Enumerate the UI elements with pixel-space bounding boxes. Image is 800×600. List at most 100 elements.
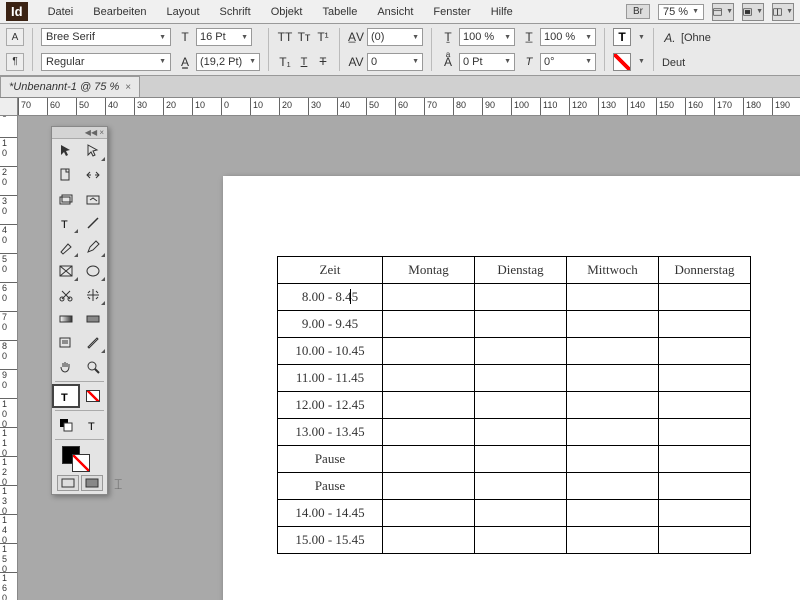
day-cell[interactable] [567,284,659,311]
content-placer-tool[interactable] [80,187,108,211]
menu-ansicht[interactable]: Ansicht [369,3,421,21]
day-cell[interactable] [567,338,659,365]
canvas[interactable]: Zeit Montag Dienstag Mittwoch Donnerstag… [18,116,800,600]
leading-input[interactable]: (19,2 Pt)▼ [196,53,260,71]
format-container-button[interactable] [80,384,108,408]
day-cell[interactable] [567,446,659,473]
menu-bearbeiten[interactable]: Bearbeiten [85,3,154,21]
table-row[interactable]: 14.00 - 14.45 [278,500,751,527]
col-donnerstag[interactable]: Donnerstag [659,257,751,284]
char-mode-button[interactable]: A [6,28,24,46]
menu-tabelle[interactable]: Tabelle [314,3,365,21]
day-cell[interactable] [383,338,475,365]
zeit-cell[interactable]: 14.00 - 14.45 [278,500,383,527]
menu-schrift[interactable]: Schrift [212,3,259,21]
default-fill-stroke[interactable] [52,413,80,437]
day-cell[interactable] [659,500,751,527]
zeit-cell[interactable]: 11.00 - 11.45 [278,365,383,392]
menu-objekt[interactable]: Objekt [263,3,311,21]
day-cell[interactable] [383,311,475,338]
baseline-input[interactable]: 0 Pt▼ [459,53,515,71]
day-cell[interactable] [383,392,475,419]
day-cell[interactable] [383,527,475,554]
menu-layout[interactable]: Layout [158,3,207,21]
scissors-tool[interactable] [52,283,80,307]
day-cell[interactable] [383,365,475,392]
day-cell[interactable] [383,446,475,473]
day-cell[interactable] [475,527,567,554]
day-cell[interactable] [475,500,567,527]
table-row[interactable]: 11.00 - 11.45 [278,365,751,392]
day-cell[interactable] [659,284,751,311]
day-cell[interactable] [567,365,659,392]
menu-fenster[interactable]: Fenster [425,3,478,21]
rectangle-tool[interactable] [80,259,108,283]
table-row[interactable]: 15.00 - 15.45 [278,527,751,554]
stroke-color-button[interactable] [613,53,631,71]
rectangle-frame-tool[interactable] [52,259,80,283]
zeit-cell[interactable]: 10.00 - 10.45 [278,338,383,365]
day-cell[interactable] [567,473,659,500]
gradient-swatch-tool[interactable] [52,307,80,331]
tools-panel[interactable]: ◀◀ × T [51,126,108,495]
day-cell[interactable] [567,419,659,446]
col-montag[interactable]: Montag [383,257,475,284]
strikethrough-button[interactable]: T [315,54,331,70]
zeit-cell[interactable]: 8.00 - 8.45 [278,284,383,311]
gap-tool[interactable] [80,163,108,187]
day-cell[interactable] [567,527,659,554]
selection-tool[interactable] [52,139,80,163]
type-tool[interactable]: T [52,211,80,235]
page-tool[interactable] [52,163,80,187]
subscript-button[interactable]: T₁ [277,54,293,70]
zeit-cell[interactable]: 9.00 - 9.45 [278,311,383,338]
direct-selection-tool[interactable] [80,139,108,163]
day-cell[interactable] [383,500,475,527]
col-dienstag[interactable]: Dienstag [475,257,567,284]
col-mittwoch[interactable]: Mittwoch [567,257,659,284]
content-collector-tool[interactable] [52,187,80,211]
fill-stroke-swatches[interactable] [52,442,107,472]
screen-mode-button[interactable]: ▼ [742,3,764,21]
day-cell[interactable] [567,500,659,527]
kerning-input[interactable]: (0)▼ [367,28,423,46]
day-cell[interactable] [475,446,567,473]
day-cell[interactable] [567,392,659,419]
day-cell[interactable] [475,473,567,500]
format-frame-button[interactable]: T [80,413,108,437]
day-cell[interactable] [475,392,567,419]
zeit-cell[interactable]: 12.00 - 12.45 [278,392,383,419]
day-cell[interactable] [659,365,751,392]
font-size-input[interactable]: 16 Pt▼ [196,28,252,46]
underline-button[interactable]: T [296,54,312,70]
stroke-swatch[interactable] [72,454,90,472]
day-cell[interactable] [659,338,751,365]
schedule-table[interactable]: Zeit Montag Dienstag Mittwoch Donnerstag… [277,256,751,554]
document-page[interactable]: Zeit Montag Dienstag Mittwoch Donnerstag… [223,176,800,600]
horizontal-ruler[interactable]: 7060504030201001020304050607080901001101… [0,98,800,116]
day-cell[interactable] [567,311,659,338]
eyedropper-tool[interactable] [80,331,108,355]
vertical-ruler[interactable]: 0102030405060708090100110120130140150160… [0,116,18,600]
table-row[interactable]: Pause [278,446,751,473]
view-options-button[interactable]: ▼ [712,3,734,21]
pen-tool[interactable] [52,235,80,259]
arrange-button[interactable]: ▼ [772,3,794,21]
table-row[interactable]: 8.00 - 8.45 [278,284,751,311]
note-tool[interactable] [52,331,80,355]
table-row[interactable]: 10.00 - 10.45 [278,338,751,365]
smallcaps-button[interactable]: Tᴛ [296,29,312,45]
zeit-cell[interactable]: Pause [278,446,383,473]
tools-header[interactable]: ◀◀ × [52,127,107,139]
day-cell[interactable] [475,365,567,392]
format-text-button[interactable]: T [52,384,80,408]
fill-color-button[interactable]: T [613,28,631,46]
day-cell[interactable] [659,527,751,554]
ruler-origin[interactable] [0,98,18,116]
day-cell[interactable] [383,284,475,311]
free-transform-tool[interactable] [80,283,108,307]
hand-tool[interactable] [52,355,80,379]
hscale-input[interactable]: 100 %▼ [540,28,596,46]
para-mode-button[interactable]: ¶ [6,53,24,71]
day-cell[interactable] [659,419,751,446]
